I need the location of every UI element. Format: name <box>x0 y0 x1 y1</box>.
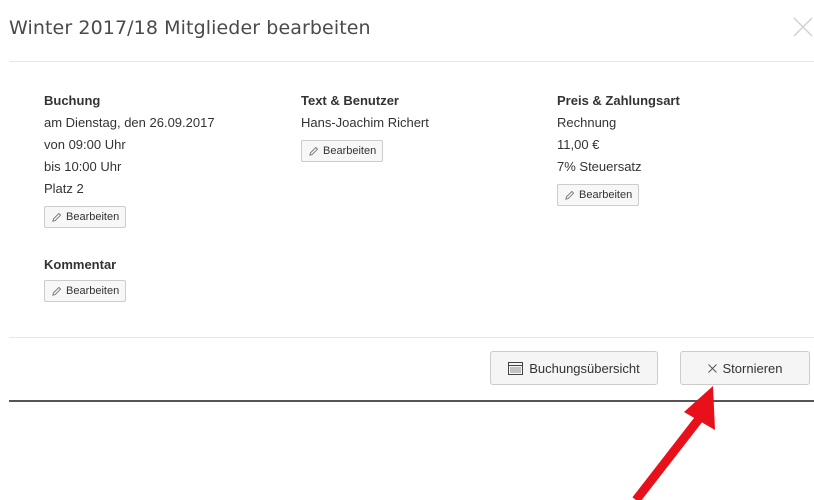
price-amount: 11,00 € <box>557 137 600 152</box>
price-payment-section: Preis & Zahlungsart Rechnung 11,00 € 7% … <box>557 90 680 208</box>
booking-date: am Dienstag, den 26.09.2017 <box>44 115 215 130</box>
edit-comment-label: Bearbeiten <box>66 285 120 297</box>
booking-overview-button[interactable]: Buchungsübersicht <box>490 351 658 385</box>
close-icon <box>707 363 717 373</box>
pencil-icon <box>309 146 319 156</box>
header-divider <box>9 61 814 62</box>
edit-comment-button[interactable]: Bearbeiten <box>44 280 127 302</box>
page-divider <box>9 400 814 402</box>
edit-price-label: Bearbeiten <box>579 189 633 201</box>
comment-heading: Kommentar <box>44 257 117 272</box>
edit-text-user-label: Bearbeiten <box>323 145 377 157</box>
pencil-icon <box>565 190 575 200</box>
cancel-booking-label: Stornieren <box>722 360 783 376</box>
booking-overview-label: Buchungsübersicht <box>529 360 640 376</box>
booking-court: Platz 2 <box>44 181 84 196</box>
dialog-title: Winter 2017/18 Mitglieder bearbeiten <box>9 17 371 39</box>
pencil-icon <box>52 212 62 222</box>
booking-heading: Buchung <box>44 93 101 108</box>
edit-text-user-button[interactable]: Bearbeiten <box>301 140 384 162</box>
booking-end-time: bis 10:00 Uhr <box>44 159 122 174</box>
close-icon[interactable] <box>792 16 814 38</box>
user-name: Hans-Joachim Richert <box>301 115 429 130</box>
comment-section: Kommentar Bearbeiten <box>44 254 127 304</box>
booking-start-time: von 09:00 Uhr <box>44 137 126 152</box>
payment-method: Rechnung <box>557 115 617 130</box>
pencil-icon <box>52 286 62 296</box>
booking-edit-dialog: Winter 2017/18 Mitglieder bearbeiten Buc… <box>0 0 814 402</box>
edit-booking-label: Bearbeiten <box>66 211 120 223</box>
edit-booking-button[interactable]: Bearbeiten <box>44 206 127 228</box>
price-heading: Preis & Zahlungsart <box>557 93 680 108</box>
booking-section: Buchung am Dienstag, den 26.09.2017 von … <box>44 90 215 230</box>
calendar-icon <box>508 361 524 375</box>
text-user-section: Text & Benutzer Hans-Joachim Richert Bea… <box>301 90 429 164</box>
text-user-heading: Text & Benutzer <box>301 93 399 108</box>
tax-rate: 7% Steuersatz <box>557 159 642 174</box>
edit-price-button[interactable]: Bearbeiten <box>557 184 640 206</box>
footer-divider <box>9 337 814 338</box>
cancel-booking-button[interactable]: Stornieren <box>680 351 810 385</box>
